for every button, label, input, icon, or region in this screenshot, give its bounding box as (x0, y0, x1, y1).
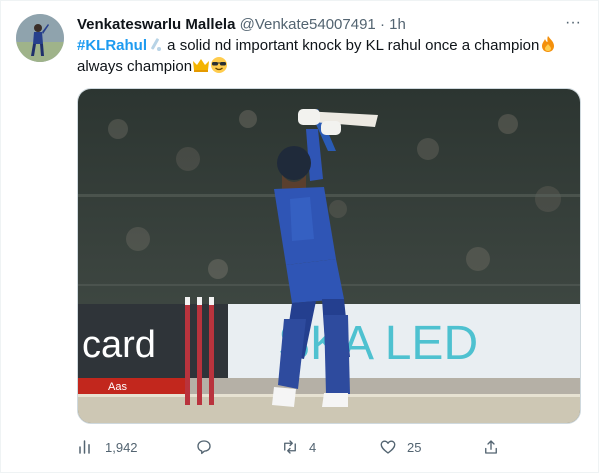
banner-bottom-text: Aas (108, 381, 127, 393)
share-icon (485, 440, 497, 454)
like-button[interactable]: 25 (379, 435, 421, 459)
more-options-icon[interactable]: ··· (563, 13, 583, 33)
tweet-header: Venkateswarlu Mallela @Venkate54007491 ·… (77, 15, 406, 35)
sunglasses-emoji-icon (211, 57, 228, 73)
views-button[interactable]: 1,942 (77, 435, 138, 459)
retweet-button[interactable]: 4 (281, 435, 316, 459)
author-avatar[interactable] (16, 14, 64, 62)
tweet-text-part2: always champion (77, 58, 193, 75)
views-count: 1,942 (105, 439, 138, 455)
tweet-card[interactable]: Venkateswarlu Mallela @Venkate54007491 ·… (0, 0, 599, 473)
author-handle[interactable]: @Venkate54007491 (240, 16, 376, 33)
tweet-text-part1: a solid nd important knock by KL rahul o… (163, 37, 540, 54)
like-count: 25 (407, 439, 422, 455)
analytics-icon (79, 440, 90, 454)
tweet-photo[interactable]: card SKA LED Aas (77, 88, 581, 424)
tweet-actions: 1,942 4 25 (77, 435, 577, 459)
cricket-batsman-photo: card SKA LED Aas (78, 89, 580, 423)
hashtag-link[interactable]: #KLRahul (77, 37, 147, 54)
tweet-time[interactable]: 1h (389, 16, 406, 33)
banner-card-text: card (82, 324, 156, 366)
meta-separator: · (379, 16, 385, 33)
cricket-emoji-icon (151, 38, 162, 51)
reply-icon (197, 440, 211, 455)
fire-emoji-icon (542, 36, 555, 52)
reply-button[interactable] (195, 435, 223, 459)
share-button[interactable] (482, 435, 500, 459)
retweet-icon (284, 440, 296, 454)
crown-emoji-icon (193, 59, 210, 72)
tweet-text: #KLRahul a solid nd important knock by K… (77, 35, 577, 77)
stumps (185, 297, 214, 405)
retweet-count: 4 (309, 439, 317, 455)
heart-icon (380, 440, 396, 454)
author-name[interactable]: Venkateswarlu Mallela (77, 16, 235, 33)
